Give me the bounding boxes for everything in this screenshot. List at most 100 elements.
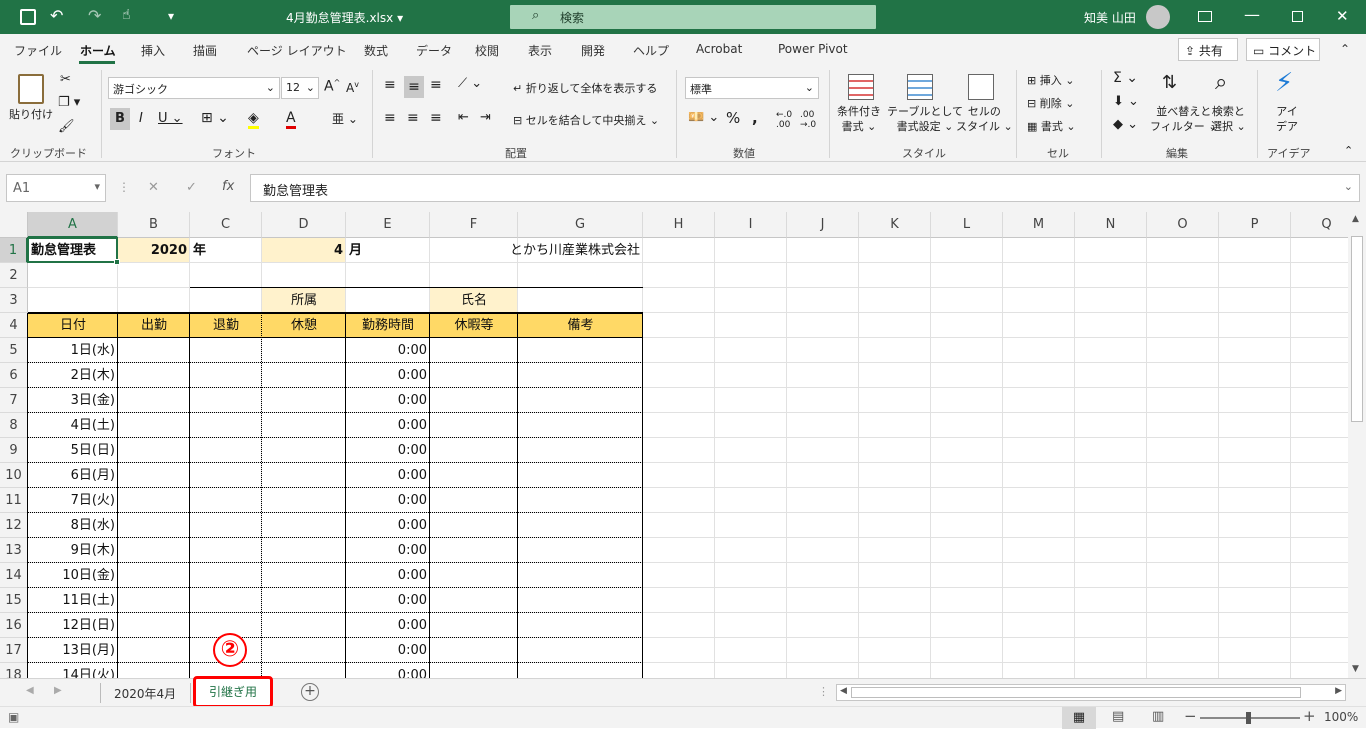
row-header-12[interactable]: 12: [0, 513, 28, 538]
date-cell-row-5[interactable]: 1日(水): [31, 338, 115, 363]
column-header-Q[interactable]: Q: [1291, 212, 1348, 238]
touch-mode-icon[interactable]: ☝: [122, 7, 131, 23]
collapse-ribbon-icon[interactable]: ⌃: [1344, 144, 1353, 157]
format-cells-button[interactable]: ▦ 書式 ⌄: [1027, 118, 1076, 134]
avatar[interactable]: [1146, 5, 1170, 29]
paste-icon[interactable]: [18, 74, 44, 104]
row-header-13[interactable]: 13: [0, 538, 28, 563]
align-left-icon[interactable]: ≡: [384, 110, 396, 126]
row-header-6[interactable]: 6: [0, 363, 28, 388]
sheet-tab-2020-april[interactable]: 2020年4月: [114, 685, 176, 702]
tab-review[interactable]: 校閲: [475, 42, 499, 59]
column-header-O[interactable]: O: [1147, 212, 1219, 238]
sheet-tab-handover[interactable]: 引継ぎ用: [193, 676, 273, 708]
scroll-right-icon[interactable]: ▶: [1335, 686, 1342, 696]
cell-styles-icon[interactable]: [968, 74, 994, 100]
ideas-button[interactable]: アイ デア: [1276, 104, 1298, 134]
expand-formula-icon[interactable]: ⌄: [1344, 180, 1353, 193]
work-time-cell-row-15[interactable]: 0:00: [349, 588, 427, 613]
header-cell-B[interactable]: 出勤: [121, 313, 187, 338]
find-select-button[interactable]: 検索と 選択 ⌄: [1211, 104, 1246, 134]
date-cell-row-17[interactable]: 13日(月): [31, 638, 115, 663]
date-cell-row-13[interactable]: 9日(木): [31, 538, 115, 563]
autosum-icon[interactable]: Σ ⌄: [1113, 70, 1138, 86]
row-header-17[interactable]: 17: [0, 638, 28, 663]
fill-icon[interactable]: ⬇ ⌄: [1113, 94, 1139, 109]
tab-page-layout[interactable]: ページ レイアウト: [247, 42, 347, 59]
work-time-cell-row-13[interactable]: 0:00: [349, 538, 427, 563]
percent-icon[interactable]: %: [726, 109, 740, 127]
grow-font-icon[interactable]: A^: [324, 78, 340, 95]
insert-function-icon[interactable]: fx: [222, 179, 234, 194]
date-cell-row-7[interactable]: 3日(金): [31, 388, 115, 413]
date-cell-row-15[interactable]: 11日(土): [31, 588, 115, 613]
column-header-F[interactable]: F: [430, 212, 518, 238]
save-icon[interactable]: [20, 9, 36, 25]
row-header-18[interactable]: 18: [0, 663, 28, 678]
row-header-14[interactable]: 14: [0, 563, 28, 588]
scroll-down-icon[interactable]: ▼: [1352, 664, 1359, 674]
column-header-L[interactable]: L: [931, 212, 1003, 238]
column-header-E[interactable]: E: [346, 212, 430, 238]
vertical-scrollbar[interactable]: ▲ ▼: [1348, 212, 1366, 678]
merge-center-button[interactable]: ⊟ セルを結合して中央揃え ⌄: [513, 112, 659, 128]
date-cell-row-12[interactable]: 8日(水): [31, 513, 115, 538]
tab-power-pivot[interactable]: Power Pivot: [778, 42, 848, 56]
conditional-formatting-button[interactable]: 条件付き 書式 ⌄: [837, 104, 881, 134]
insert-cells-button[interactable]: ⊞ 挿入 ⌄: [1027, 72, 1074, 88]
tab-view[interactable]: 表示: [528, 42, 552, 59]
close-icon[interactable]: ✕: [1336, 7, 1349, 25]
header-cell-G[interactable]: 備考: [521, 313, 640, 338]
window-title[interactable]: 4月勤怠管理表.xlsx ▾: [286, 9, 403, 26]
align-bottom-icon[interactable]: ≡: [430, 77, 442, 93]
cell-D1-month[interactable]: 4: [265, 238, 343, 263]
shrink-font-icon[interactable]: Av: [346, 80, 359, 95]
zoom-out-icon[interactable]: −: [1184, 707, 1197, 725]
bold-button[interactable]: B: [110, 108, 130, 130]
row-header-11[interactable]: 11: [0, 488, 28, 513]
search-box[interactable]: ⌕ 検索: [510, 5, 876, 29]
date-cell-row-16[interactable]: 12日(日): [31, 613, 115, 638]
format-as-table-button[interactable]: テーブルとして 書式設定 ⌄: [887, 104, 963, 134]
zoom-slider[interactable]: [1200, 712, 1300, 724]
decrease-decimal-icon[interactable]: .00 →.0: [800, 110, 816, 130]
scroll-thumb[interactable]: [1351, 236, 1363, 422]
work-time-cell-row-8[interactable]: 0:00: [349, 413, 427, 438]
cut-icon[interactable]: ✂: [60, 72, 71, 87]
orientation-icon[interactable]: ⟋ ⌄: [458, 76, 482, 91]
increase-indent-icon[interactable]: ⇥: [480, 110, 491, 125]
work-time-cell-row-6[interactable]: 0:00: [349, 363, 427, 388]
column-header-I[interactable]: I: [715, 212, 787, 238]
customize-qat-icon[interactable]: ▾: [168, 9, 174, 23]
column-header-B[interactable]: B: [118, 212, 190, 238]
font-color-icon[interactable]: A: [286, 110, 296, 129]
work-time-cell-row-9[interactable]: 0:00: [349, 438, 427, 463]
sort-filter-icon[interactable]: ⇅: [1162, 72, 1177, 93]
row-header-5[interactable]: 5: [0, 338, 28, 363]
row-header-15[interactable]: 15: [0, 588, 28, 613]
tab-insert[interactable]: 挿入: [141, 42, 165, 59]
decrease-indent-icon[interactable]: ⇤: [458, 110, 469, 125]
cell-G1-company[interactable]: とかち川産業株式会社: [430, 238, 640, 263]
cell-B1-year[interactable]: 2020: [121, 238, 187, 263]
work-time-cell-row-10[interactable]: 0:00: [349, 463, 427, 488]
comment-button[interactable]: ▭ コメント: [1246, 38, 1320, 61]
header-cell-F[interactable]: 休暇等: [433, 313, 515, 338]
header-cell-E[interactable]: 勤務時間: [349, 313, 427, 338]
underline-button[interactable]: U ⌄: [158, 111, 183, 126]
column-header-D[interactable]: D: [262, 212, 346, 238]
work-time-cell-row-5[interactable]: 0:00: [349, 338, 427, 363]
tab-file[interactable]: ファイル: [14, 42, 62, 59]
borders-icon[interactable]: ⊞ ⌄: [201, 110, 229, 126]
normal-view-icon[interactable]: ▦: [1062, 707, 1096, 729]
header-cell-C[interactable]: 退勤: [193, 313, 259, 338]
share-button[interactable]: ⇪ 共有: [1178, 38, 1238, 61]
comma-icon[interactable]: ,: [752, 109, 758, 127]
enter-icon[interactable]: ✓: [186, 180, 197, 195]
column-header-A[interactable]: A: [28, 212, 118, 238]
align-right-icon[interactable]: ≡: [430, 110, 442, 126]
currency-icon[interactable]: 💴 ⌄: [688, 110, 719, 125]
prev-sheet-icon[interactable]: ◀: [26, 685, 34, 696]
tab-acrobat[interactable]: Acrobat: [696, 42, 742, 56]
next-sheet-icon[interactable]: ▶: [54, 685, 62, 696]
